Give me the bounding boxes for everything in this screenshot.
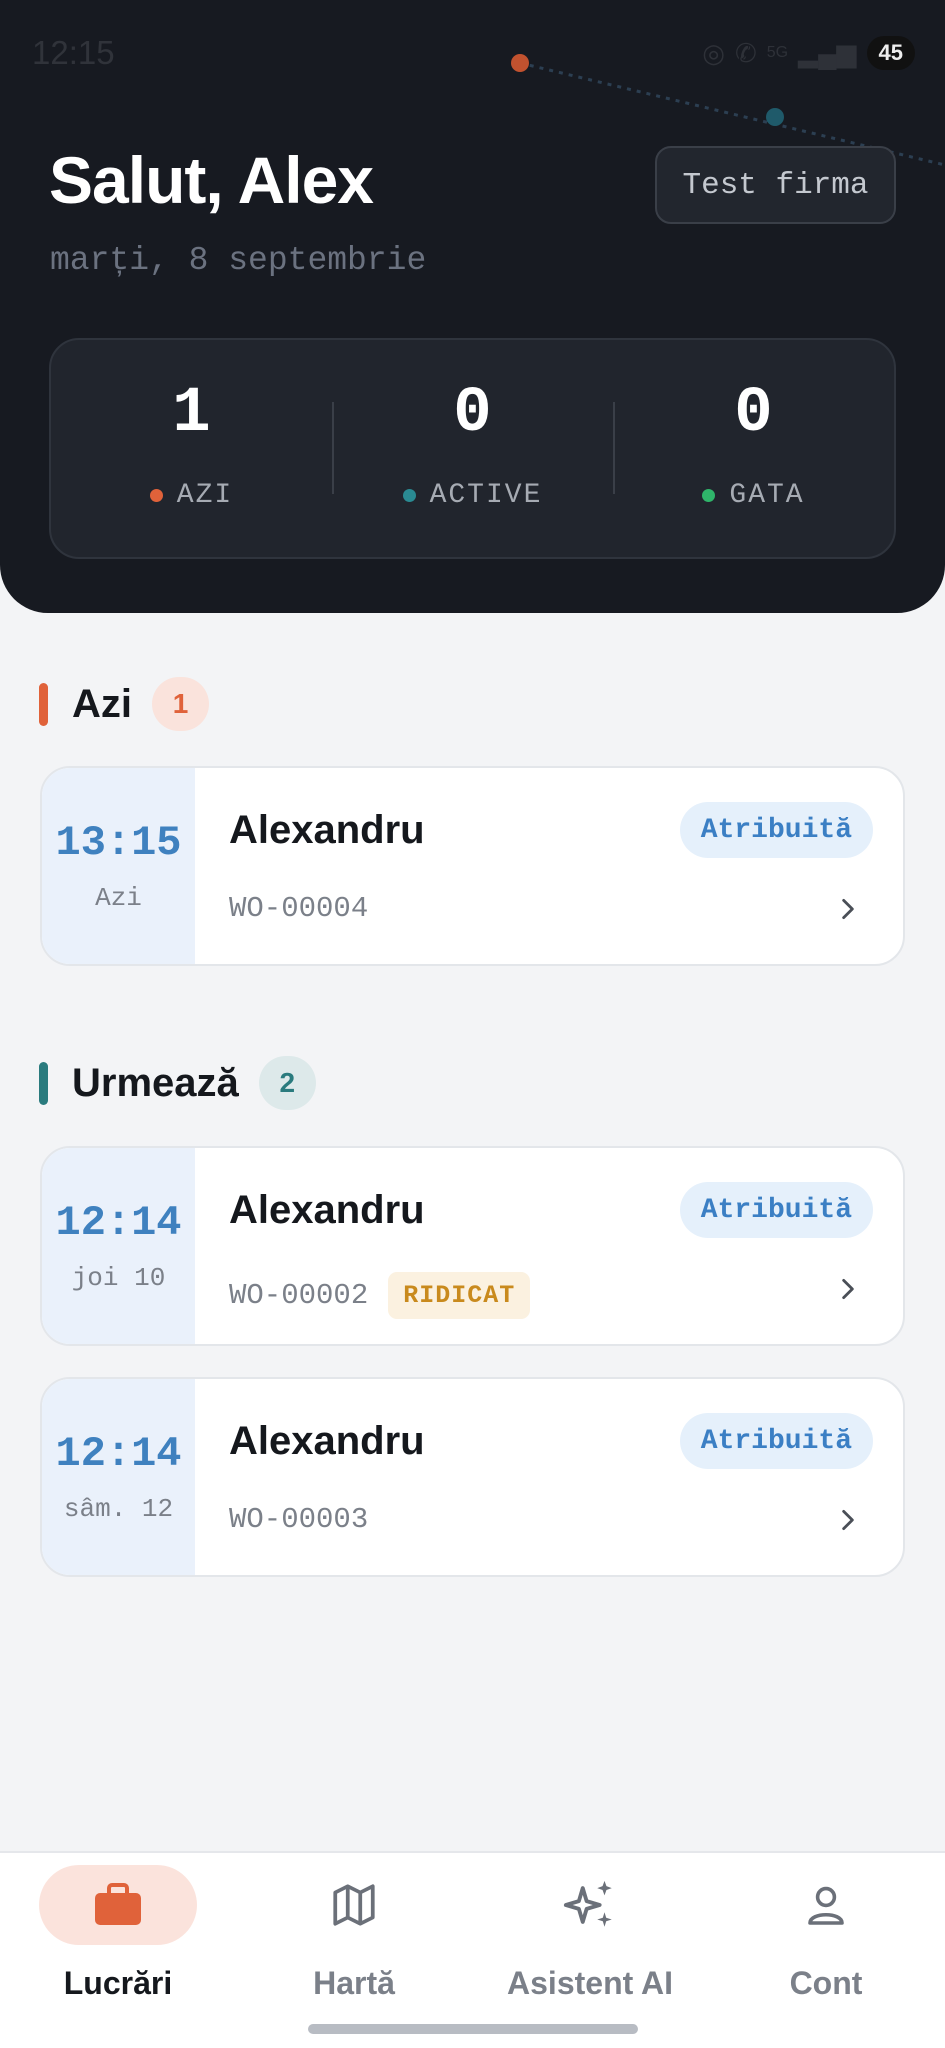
job-day: sâm. 12	[63, 1494, 174, 1524]
stat-label: ACTIVE	[429, 480, 543, 511]
job-client: Alexandru	[229, 1419, 425, 1463]
hotspot-icon: ◎	[702, 37, 725, 68]
section-count-badge: 1	[152, 677, 209, 731]
battery-icon: 45	[866, 36, 915, 70]
status-dot-icon	[402, 489, 416, 502]
job-card-body: Alexandru WO-00003 Atribuită	[195, 1379, 903, 1575]
stat-label: GATA	[729, 480, 805, 511]
stat-value: 0	[734, 378, 773, 450]
job-day: Azi	[95, 883, 142, 913]
job-wo-row: WO-00003	[229, 1503, 368, 1536]
section-upcoming-header: Urmează 2	[39, 1056, 316, 1110]
stat-label-wrap: ACTIVE	[402, 480, 543, 511]
nav-label: Hartă	[313, 1965, 395, 2001]
job-time: 13:15	[55, 819, 182, 867]
job-card-body: Alexandru WO-00004 Atribuită	[195, 768, 903, 964]
map-icon	[333, 1884, 375, 1926]
nav-label: Asistent AI	[507, 1965, 673, 2001]
nav-icon-highlight	[39, 1865, 197, 1945]
section-title: Urmează	[72, 1060, 239, 1105]
job-client: Alexandru	[229, 1188, 425, 1232]
job-time: 12:14	[55, 1199, 182, 1247]
stat-label-wrap: GATA	[702, 480, 804, 511]
section-title: Azi	[72, 681, 132, 726]
network-label: 5G	[766, 44, 789, 61]
section-count-badge: 2	[258, 1056, 316, 1110]
nav-icon-wrap	[275, 1865, 433, 1945]
job-card[interactable]: 12:14 sâm. 12 Alexandru WO-00003 Atribui…	[40, 1377, 905, 1577]
nav-icon-wrap	[747, 1865, 905, 1945]
status-icons: ◎ ✆ 5G ▂▄▆ 45	[702, 36, 915, 70]
greeting: Salut, Alex	[49, 143, 374, 217]
section-accent-bar	[39, 682, 48, 726]
job-card[interactable]: 13:15 Azi Alexandru WO-00004 Atribuită	[40, 766, 905, 966]
job-status-badge: Atribuită	[679, 802, 873, 858]
job-wo-row: WO-00002 RIDICAT	[229, 1272, 531, 1319]
header: 12:15 ◎ ✆ 5G ▂▄▆ 45 Salut, Alex marți, 8…	[0, 0, 945, 613]
job-status-badge: Atribuită	[679, 1413, 873, 1469]
briefcase-icon	[95, 1883, 141, 1925]
stat-active[interactable]: 0 ACTIVE	[332, 340, 613, 557]
job-wo-number: WO-00003	[229, 1503, 369, 1536]
nav-label: Cont	[789, 1965, 863, 2001]
status-time: 12:15	[32, 34, 115, 71]
job-day: joi 10	[71, 1263, 166, 1293]
section-today-header: Azi 1	[39, 677, 209, 731]
job-client: Alexandru	[229, 808, 425, 852]
stat-value: 0	[453, 378, 492, 450]
job-time: 12:14	[55, 1430, 182, 1478]
job-time-block: 13:15 Azi	[42, 768, 195, 964]
stat-label: AZI	[176, 480, 234, 511]
nav-item-jobs[interactable]: Lucrări	[0, 1853, 236, 2013]
bottom-nav: Lucrări Hartă Asistent AI Cont	[0, 1851, 945, 2048]
status-dot-icon	[702, 489, 716, 502]
nav-icon-wrap	[511, 1865, 669, 1945]
current-date: marți, 8 septembrie	[50, 242, 427, 279]
stat-label-wrap: AZI	[149, 480, 234, 511]
job-card-body: Alexandru WO-00002 RIDICAT Atribuită	[195, 1148, 903, 1344]
section-accent-bar	[39, 1061, 48, 1105]
chevron-right-icon	[842, 898, 854, 920]
sparkles-icon	[563, 1880, 612, 1927]
stats-panel: 1 AZI 0 ACTIVE 0 GATA	[49, 338, 896, 559]
job-wo-number: WO-00002	[229, 1279, 369, 1312]
job-status-badge: Atribuită	[679, 1182, 873, 1238]
chevron-right-icon	[842, 1509, 854, 1531]
company-button[interactable]: Test firma	[655, 146, 896, 224]
job-time-block: 12:14 sâm. 12	[42, 1379, 195, 1575]
stat-today[interactable]: 1 AZI	[51, 340, 332, 557]
status-dot-icon	[149, 489, 163, 502]
chevron-right-icon	[842, 1278, 854, 1300]
stat-done[interactable]: 0 GATA	[613, 340, 894, 557]
signal-icon: ▂▄▆	[798, 37, 857, 68]
nav-label: Lucrări	[63, 1965, 173, 2001]
nav-item-account[interactable]: Cont	[708, 1853, 944, 2013]
stat-value: 1	[172, 378, 211, 450]
user-icon	[808, 1886, 844, 1925]
job-priority-tag: RIDICAT	[388, 1272, 531, 1319]
job-wo-row: WO-00004	[229, 892, 368, 925]
nav-item-assistant[interactable]: Asistent AI	[472, 1853, 708, 2013]
job-time-block: 12:14 joi 10	[42, 1148, 195, 1344]
job-card[interactable]: 12:14 joi 10 Alexandru WO-00002 RIDICAT …	[40, 1146, 905, 1346]
home-indicator[interactable]	[308, 2024, 638, 2034]
status-bar: 12:15 ◎ ✆ 5G ▂▄▆ 45	[0, 0, 945, 110]
job-wo-number: WO-00004	[229, 892, 369, 925]
nav-item-map[interactable]: Hartă	[236, 1853, 472, 2013]
call-icon: ✆	[734, 37, 757, 68]
